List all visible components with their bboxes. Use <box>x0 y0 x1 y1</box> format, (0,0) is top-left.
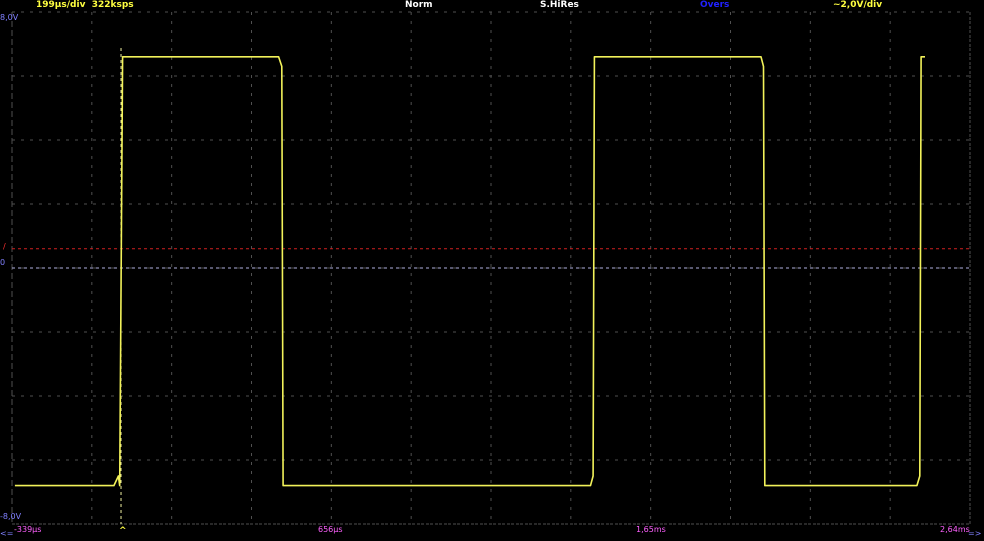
timebase-readout[interactable]: 199µs/div 322ksps <box>36 0 134 11</box>
status-bar: 199µs/div 322ksps Norm S.HiRes Overs ~2,… <box>0 0 984 12</box>
top-voltage-label: 8,0V <box>0 13 19 22</box>
sample-rate-value: 322ksps <box>91 0 134 10</box>
acquisition-mode-readout[interactable]: S.HiRes <box>540 0 579 11</box>
trigger-level-marker[interactable]: / <box>3 242 6 251</box>
scroll-left-icon[interactable]: <= <box>0 529 13 538</box>
bottom-voltage-label: -8,0V <box>0 512 22 521</box>
zero-marker: 0 <box>0 258 6 267</box>
time-label-start: -339µs <box>14 525 42 534</box>
timebase-value: 199µs/div <box>36 0 86 10</box>
scroll-right-icon[interactable]: => <box>968 529 981 538</box>
oversampling-readout[interactable]: Overs <box>700 0 729 11</box>
trigger-position-caret-icon[interactable]: ^ <box>119 527 127 536</box>
trigger-mode-readout[interactable]: Norm <box>405 0 433 11</box>
volts-per-div-readout[interactable]: ~2,0V/div <box>833 0 882 11</box>
scope-display[interactable] <box>0 0 984 541</box>
time-label-2: 1,65ms <box>636 525 666 534</box>
time-label-1: 656µs <box>318 525 343 534</box>
time-label-end: 2,64ms <box>940 525 970 534</box>
